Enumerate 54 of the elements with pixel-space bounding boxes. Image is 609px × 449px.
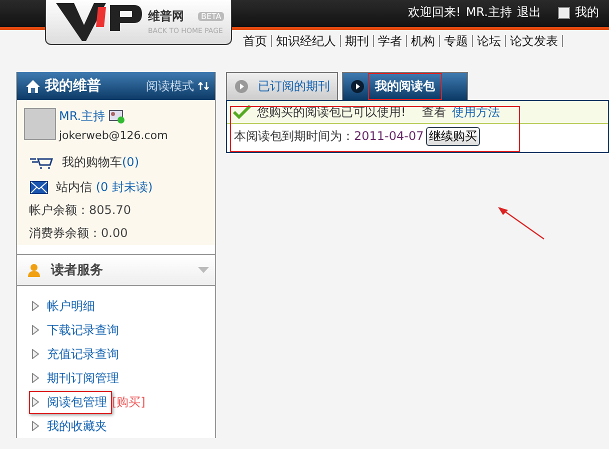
nav-link[interactable]: 专题 xyxy=(440,35,473,47)
my-menu-link[interactable]: 我的 xyxy=(574,4,599,21)
sort-arrows-icon[interactable] xyxy=(198,82,209,90)
envelope-icon xyxy=(30,181,48,194)
checkmark-icon xyxy=(233,105,251,119)
user-link[interactable]: MR.主持 xyxy=(466,4,512,21)
service-link[interactable]: 阅读包管理 xyxy=(47,394,107,410)
triangle-icon xyxy=(32,349,39,359)
user-name-link[interactable]: MR.主持 xyxy=(59,108,106,125)
cart-icon xyxy=(30,156,54,168)
service-link[interactable]: 下载记录查询 xyxy=(47,322,119,338)
services-title: 读者服务 xyxy=(51,262,104,279)
logo-name: 维普网 xyxy=(148,8,184,24)
tab[interactable]: 我的阅读包 xyxy=(342,72,468,100)
nav-link[interactable]: 论文发表 xyxy=(506,35,563,47)
reading-mode-link[interactable]: 阅读模式 xyxy=(146,78,194,94)
avatar-placeholder xyxy=(24,108,56,140)
triangle-icon xyxy=(32,325,39,335)
continue-purchase-button[interactable]: 继续购买 xyxy=(426,127,480,146)
cart-label[interactable]: 我的购物车(0) xyxy=(62,154,139,171)
triangle-icon xyxy=(32,373,39,383)
logout-link[interactable]: 退出 xyxy=(516,4,541,21)
service-link[interactable]: 期刊订阅管理 xyxy=(47,370,119,386)
tab[interactable]: 已订阅的期刊 xyxy=(226,72,338,100)
balance-text: 帐户余额：805.70 xyxy=(28,202,132,219)
home-icon xyxy=(25,78,41,94)
nav-link[interactable]: 知识经纪人 xyxy=(272,35,341,47)
person-icon xyxy=(27,263,41,277)
service-link[interactable]: 我的收藏夹 xyxy=(47,418,107,434)
play-circle-icon xyxy=(235,80,248,93)
nav-link[interactable]: 论坛 xyxy=(473,35,506,47)
triangle-icon xyxy=(32,421,39,431)
play-circle-icon xyxy=(351,80,364,93)
nav-link[interactable]: 期刊 xyxy=(341,35,374,47)
nav-link[interactable]: 机构 xyxy=(407,35,440,47)
services-header[interactable]: 读者服务 xyxy=(17,254,215,286)
welcome-text: 欢迎回来! xyxy=(408,4,461,21)
beta-badge: BETA xyxy=(198,12,224,20)
voucher-balance-text: 消费券余额：0.00 xyxy=(28,225,129,242)
user-email: jokerweb@126.com xyxy=(59,129,168,142)
expiry-text: 本阅读包到期时间为：2011-04-07 xyxy=(234,128,424,145)
annotation-arrow xyxy=(496,205,546,240)
sidebar-title: 我的维普 xyxy=(45,77,102,95)
id-card-icon xyxy=(109,109,126,124)
triangle-icon xyxy=(32,397,39,407)
triangle-icon xyxy=(32,301,39,311)
service-link[interactable]: 帐户明细 xyxy=(47,298,95,314)
messages-label[interactable]: 站内信 (0 封未读) xyxy=(56,179,153,196)
usage-link[interactable]: 使用方法 xyxy=(452,104,500,120)
logo-mark-icon xyxy=(54,1,144,41)
service-link[interactable]: 充值记录查询 xyxy=(47,346,119,362)
dropdown-icon[interactable] xyxy=(558,6,570,18)
nav-link[interactable]: 学者 xyxy=(374,35,407,47)
nav-link[interactable]: 首页 xyxy=(243,35,272,47)
